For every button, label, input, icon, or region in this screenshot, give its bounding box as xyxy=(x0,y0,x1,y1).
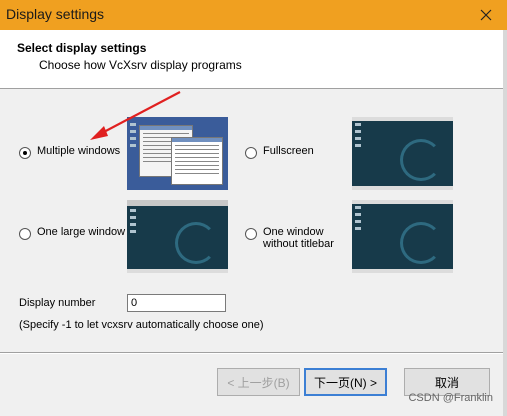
annotation-arrow xyxy=(90,91,181,140)
dialog-window: Display settings Select display settings… xyxy=(0,0,507,416)
